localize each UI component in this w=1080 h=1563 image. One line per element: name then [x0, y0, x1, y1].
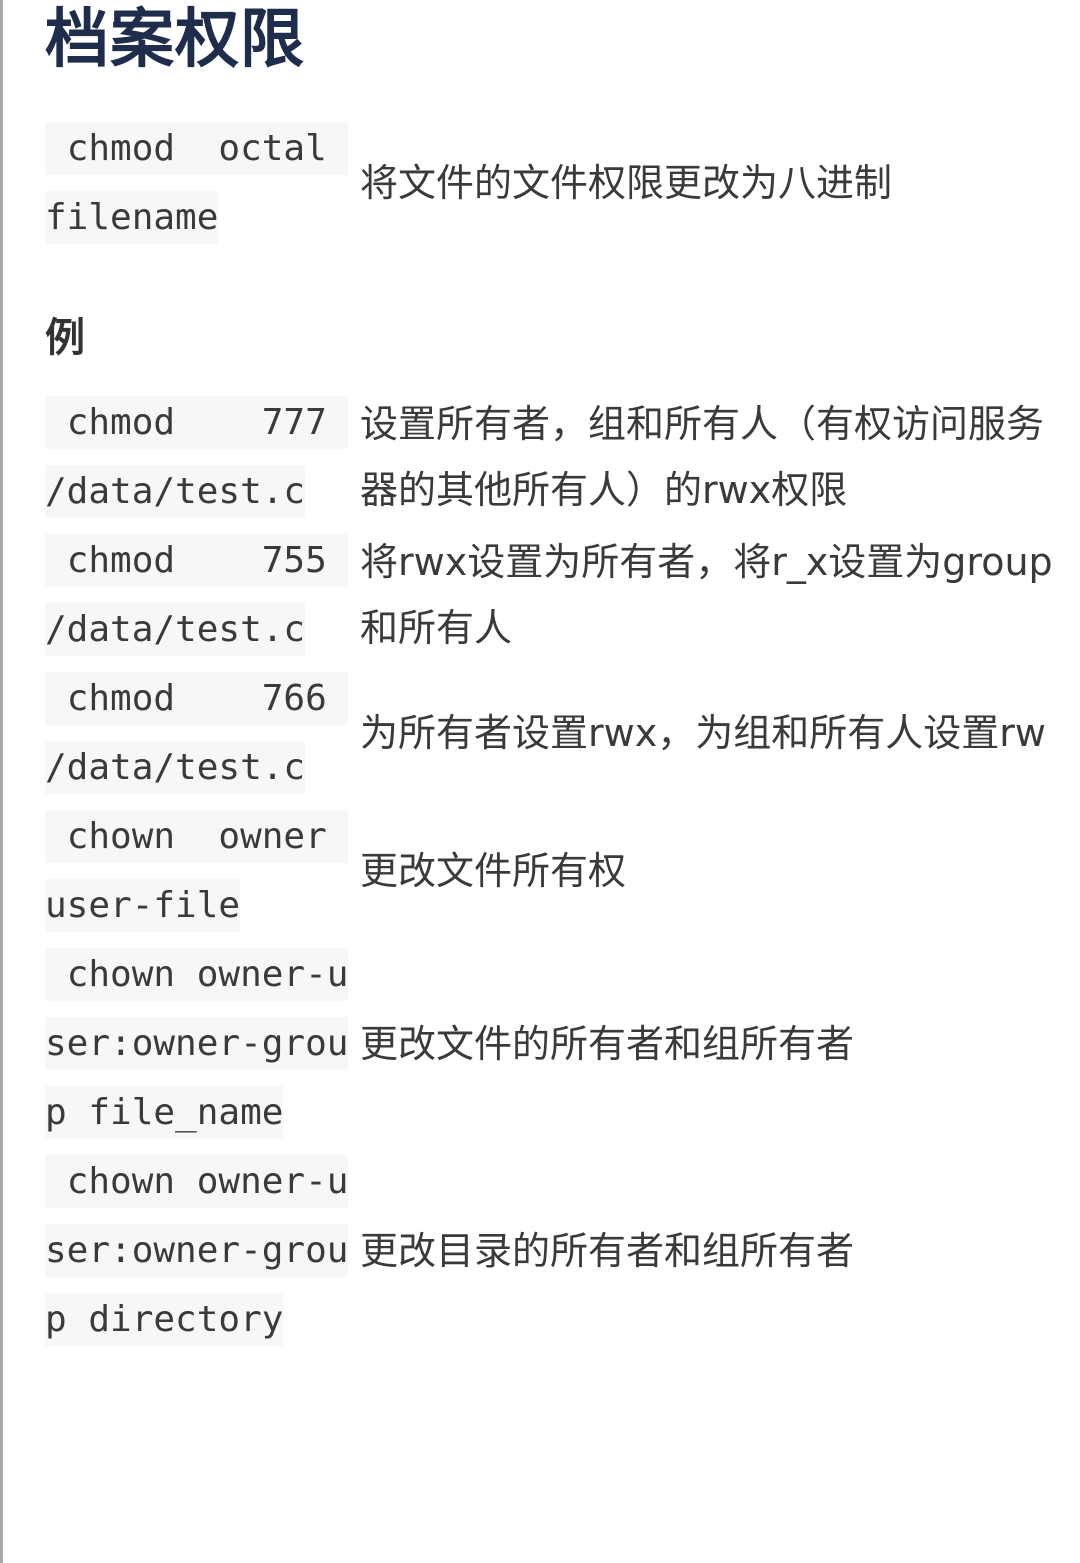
- code-snippet: chmod 766 /data/test.c: [45, 672, 349, 794]
- code-snippet: chmod octal filename: [45, 122, 349, 244]
- description-cell: 将rwx设置为所有者，将r_x设置为group和所有人: [360, 540, 1053, 650]
- example-row: chmod 766 /data/test.c 为所有者设置rwx，为组和所有人设…: [45, 664, 1055, 802]
- command-cell: chown owner-user:owner-group directory: [45, 1147, 360, 1354]
- intro-row: chmod octal filename 将文件的文件权限更改为八进制: [45, 114, 1055, 252]
- command-cell: chown owner-user:owner-group file_name: [45, 940, 360, 1147]
- code-snippet: chown owner-user:owner-group file_name: [45, 948, 349, 1139]
- page-title: 档案权限: [45, 3, 305, 77]
- command-cell: chmod 755 /data/test.c: [45, 526, 360, 664]
- command-cell: chown owner user-file: [45, 802, 360, 940]
- command-cell: chmod 766 /data/test.c: [45, 664, 360, 802]
- example-heading: 例: [45, 315, 85, 361]
- description-cell: 设置所有者，组和所有人（有权访问服务器的其他所有人）的rwx权限: [360, 402, 1045, 512]
- code-snippet: chmod 777 /data/test.c: [45, 396, 349, 518]
- code-snippet: chown owner user-file: [45, 810, 349, 932]
- description-cell: 将文件的文件权限更改为八进制: [360, 161, 893, 205]
- code-snippet: chown owner-user:owner-group directory: [45, 1155, 349, 1346]
- code-snippet: chmod 755 /data/test.c: [45, 534, 349, 656]
- example-row: chown owner-user:owner-group file_name 更…: [45, 940, 1055, 1147]
- example-row: chown owner user-file 更改文件所有权: [45, 802, 1055, 940]
- example-row: chmod 777 /data/test.c 设置所有者，组和所有人（有权访问服…: [45, 388, 1055, 526]
- command-cell: chmod octal filename: [45, 114, 360, 252]
- description-cell: 更改文件的所有者和组所有者: [360, 1021, 855, 1066]
- description-cell: 更改目录的所有者和组所有者: [360, 1228, 855, 1273]
- description-cell: 为所有者设置rwx，为组和所有人设置rw: [360, 711, 1046, 755]
- command-cell: chmod 777 /data/test.c: [45, 388, 360, 526]
- description-cell: 更改文件所有权: [360, 849, 627, 893]
- document-page: 档案权限 chmod octal filename 将文件的文件权限更改为八进制…: [45, 0, 1055, 1354]
- left-border: [0, 0, 3, 1563]
- example-row: chown owner-user:owner-group directory 更…: [45, 1147, 1055, 1354]
- example-row: chmod 755 /data/test.c 将rwx设置为所有者，将r_x设置…: [45, 526, 1055, 664]
